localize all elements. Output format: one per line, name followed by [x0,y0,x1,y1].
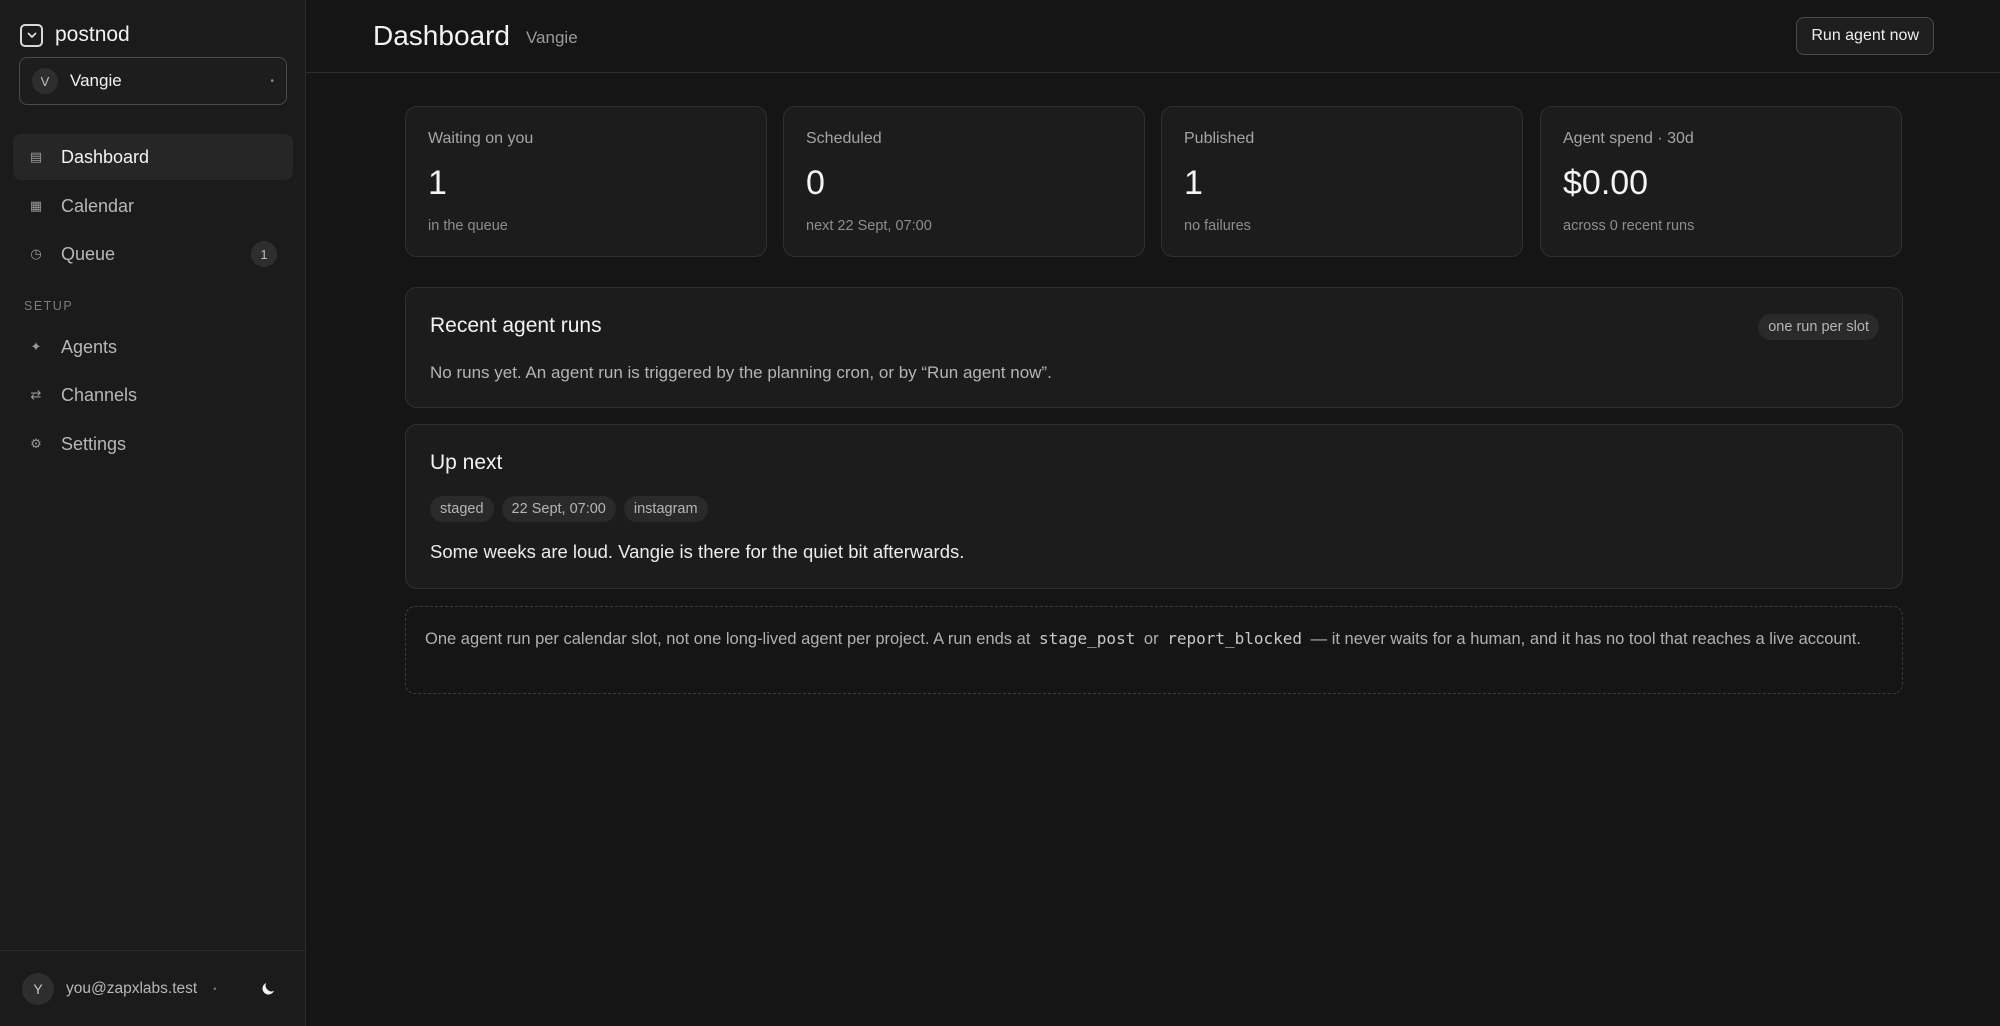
stat-subtext: no failures [1184,218,1251,234]
sidebar-item-calendar[interactable]: ▦ Calendar [13,183,293,229]
stat-label: Waiting on you [428,130,534,147]
sidebar-item-label: Queue [61,243,116,264]
sparkle-icon: ✦ [30,339,42,354]
sidebar-item-dashboard[interactable]: ▤ Dashboard [13,134,293,180]
sidebar-item-queue[interactable]: ◷ Queue 1 [13,231,293,277]
code-report-blocked: report_blocked [1167,629,1303,648]
page-header: Dashboard Vangie Run agent now [306,0,2000,73]
post-tags: staged 22 Sept, 07:00 instagram [430,496,708,522]
queue-count-badge: 1 [251,241,277,267]
clock-icon: ◷ [30,246,42,261]
stat-card-agent-spend: Agent spend · 30d $0.00 across 0 recent … [1540,106,1902,257]
sidebar-item-settings[interactable]: ⚙ Settings [13,421,293,467]
stat-value: 1 [428,164,447,202]
note-text: — it never waits for a human, and it has… [1310,630,1861,648]
stat-subtext: in the queue [428,218,508,234]
panel-title: Recent agent runs [430,314,602,337]
user-menu-indicator-icon[interactable]: • [213,984,216,994]
schedule-chip: 22 Sept, 07:00 [501,496,616,522]
post-preview-text[interactable]: Some weeks are loud. Vangie is there for… [430,541,964,563]
empty-state-text: No runs yet. An agent run is triggered b… [430,363,1052,382]
stat-value: 1 [1184,164,1203,202]
brand-name: postnod [55,23,130,46]
dashboard-icon: ▤ [29,149,43,164]
sidebar-footer: Y you@zapxlabs.test • [0,950,306,1026]
sidebar-item-label: Dashboard [61,146,150,167]
sidebar-item-label: Settings [61,433,127,454]
stat-value: $0.00 [1563,164,1649,202]
stat-label: Published [1184,130,1255,147]
section-label-setup: SETUP [24,299,74,313]
info-note: One agent run per calendar slot, not one… [405,606,1903,694]
sidebar-item-channels[interactable]: ⇄ Channels [13,372,293,418]
up-next-panel: Up next staged 22 Sept, 07:00 instagram … [405,424,1903,589]
stat-label: Scheduled [806,130,882,147]
run-policy-badge: one run per slot [1758,314,1879,340]
status-chip: staged [430,496,494,522]
project-name: Vangie [70,71,122,90]
sidebar-item-agents[interactable]: ✦ Agents [13,324,293,370]
stat-label: Agent spend · 30d [1563,130,1694,147]
panel-title: Up next [430,451,503,474]
calendar-icon: ▦ [29,198,43,213]
run-agent-now-button[interactable]: Run agent now [1796,17,1934,55]
stat-card-published: Published 1 no failures [1161,106,1523,257]
sidebar: postnod V Vangie • ▤ Dashboard ▦ Calenda… [0,0,306,1026]
recent-agent-runs-panel: Recent agent runs one run per slot No ru… [405,287,1903,408]
brand[interactable]: postnod [20,22,130,48]
note-text: One agent run per calendar slot, not one… [425,630,1031,648]
sidebar-item-label: Agents [61,336,118,357]
stat-card-scheduled: Scheduled 0 next 22 Sept, 07:00 [783,106,1145,257]
moon-icon[interactable] [256,977,280,1001]
stat-value: 0 [806,164,825,202]
code-stage-post: stage_post [1039,629,1136,648]
gear-icon: ⚙ [30,436,42,451]
arrows-icon: ⇄ [30,387,42,402]
user-email[interactable]: you@zapxlabs.test [66,980,197,998]
project-switcher[interactable]: V Vangie • [19,57,287,105]
dropdown-indicator-icon: • [270,75,274,87]
chevron-down-logo-icon [20,23,43,47]
stat-card-waiting: Waiting on you 1 in the queue [405,106,767,257]
page-title: Dashboard [373,20,510,51]
stat-subtext: across 0 recent runs [1563,218,1695,234]
stat-subtext: next 22 Sept, 07:00 [806,218,932,234]
page-subtitle: Vangie [525,28,578,47]
project-avatar: V [32,68,58,94]
sidebar-item-label: Calendar [61,195,135,216]
note-text: or [1143,630,1159,648]
sidebar-item-label: Channels [61,384,138,405]
channel-chip: instagram [623,496,708,522]
user-avatar[interactable]: Y [22,972,54,1005]
